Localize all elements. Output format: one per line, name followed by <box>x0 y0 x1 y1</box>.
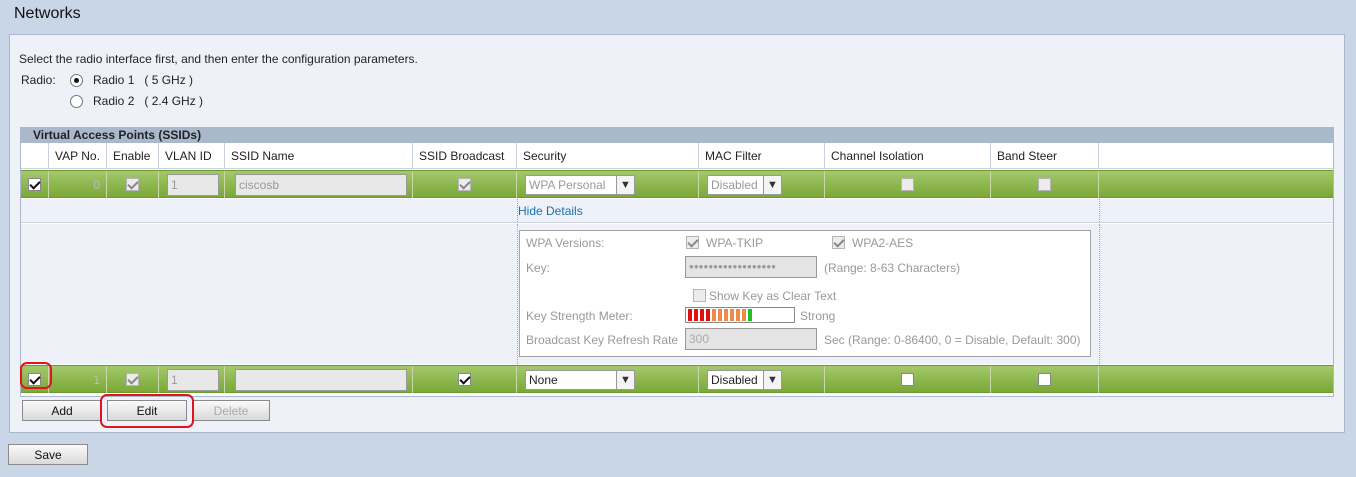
row-0-vap-no: 0 <box>49 171 107 198</box>
wpa-tkip-checkbox[interactable] <box>686 236 699 249</box>
row-0-enable-checkbox[interactable] <box>126 178 139 191</box>
save-button[interactable]: Save <box>8 444 88 465</box>
table-row: 1 1 None ▼ Disabled ▼ <box>21 365 1333 393</box>
chevron-down-icon: ▼ <box>763 175 781 194</box>
row-0-mac-filter-select[interactable]: Disabled ▼ <box>707 174 782 195</box>
row-1-vlan-input[interactable]: 1 <box>167 368 219 391</box>
hide-details-link[interactable]: Hide Details <box>518 204 583 218</box>
wpa2-aes-checkbox[interactable] <box>832 236 845 249</box>
radio-2-button[interactable] <box>70 94 83 108</box>
radio-1-label: Radio 1 ( 5 GHz ) <box>93 73 194 87</box>
details-area: WPA Versions: WPA-TKIP WPA2-AES Key: ●●●… <box>21 224 1333 364</box>
radio-label: Radio: <box>21 73 56 87</box>
row-1-broadcast-checkbox[interactable] <box>458 373 471 386</box>
wpa-settings-box: WPA Versions: WPA-TKIP WPA2-AES Key: ●●●… <box>519 230 1091 357</box>
row-1-ssid-input[interactable] <box>235 368 407 391</box>
add-button[interactable]: Add <box>22 400 102 421</box>
row-0-vlan-input[interactable]: 1 <box>167 173 219 196</box>
page-title: Networks <box>14 5 81 22</box>
chevron-down-icon: ▼ <box>616 370 634 389</box>
refresh-range-text: Sec (Range: 0-86400, 0 = Disable, Defaul… <box>824 333 1081 347</box>
chevron-down-icon: ▼ <box>616 175 634 194</box>
refresh-input[interactable]: 300 <box>685 328 817 350</box>
show-key-label: Show Key as Clear Text <box>709 289 837 303</box>
header-ssid-name: SSID Name <box>225 143 413 169</box>
row-1-enable-checkbox[interactable] <box>126 373 139 386</box>
key-label: Key: <box>526 261 551 275</box>
key-input[interactable]: ●●●●●●●●●●●●●●●●●● <box>685 256 817 278</box>
row-0-select-checkbox[interactable] <box>28 178 41 191</box>
chevron-down-icon: ▼ <box>763 370 781 389</box>
delete-button[interactable]: Delete <box>192 400 270 421</box>
row-1-security-value: None <box>529 372 558 387</box>
vap-table: Virtual Access Points (SSIDs) VAP No. En… <box>20 127 1334 397</box>
row-0-security-value: WPA Personal <box>529 177 606 192</box>
header-vap-no: VAP No. <box>49 143 107 169</box>
wpa-versions-label: WPA Versions: <box>526 236 605 250</box>
table-row: 0 1 ciscosb WPA Personal ▼ Disabled ▼ <box>21 170 1333 198</box>
row-1-mac-filter-value: Disabled <box>711 372 758 387</box>
radio-option-1[interactable]: Radio 1 ( 5 GHz ) <box>70 73 193 87</box>
intro-text: Select the radio interface first, and th… <box>19 52 418 66</box>
refresh-label: Broadcast Key Refresh Rate <box>526 333 679 347</box>
row-1-mac-filter-select[interactable]: Disabled ▼ <box>707 369 782 390</box>
strength-label: Key Strength Meter: <box>526 309 633 323</box>
header-enable: Enable <box>107 143 159 169</box>
networks-panel: Select the radio interface first, and th… <box>9 34 1345 433</box>
key-strength-meter <box>685 307 795 323</box>
row-0-isolation-checkbox[interactable] <box>901 178 914 191</box>
header-channel-isolation: Channel Isolation <box>825 143 991 169</box>
row-0-band-steer-checkbox[interactable] <box>1038 178 1051 191</box>
header-mac-filter: MAC Filter <box>699 143 825 169</box>
row-checkbox-highlight <box>20 362 52 389</box>
row-1-vap-no: 1 <box>49 366 107 393</box>
row-1-band-steer-checkbox[interactable] <box>1038 373 1051 386</box>
wpa2-aes-label: WPA2-AES <box>852 236 914 250</box>
row-0-security-select[interactable]: WPA Personal ▼ <box>525 174 635 195</box>
header-select <box>21 143 49 169</box>
details-link-row: Hide Details <box>21 199 1333 223</box>
table-title: Virtual Access Points (SSIDs) <box>21 128 1333 143</box>
edit-button-highlight <box>100 394 194 428</box>
key-range-text: (Range: 8-63 Characters) <box>824 261 961 275</box>
header-ssid-broadcast: SSID Broadcast <box>413 143 517 169</box>
wpa-tkip-label: WPA-TKIP <box>706 236 764 250</box>
header-vlan-id: VLAN ID <box>159 143 225 169</box>
radio-option-2[interactable]: Radio 2 ( 2.4 GHz ) <box>70 94 203 108</box>
strength-value: Strong <box>800 309 836 323</box>
row-0-broadcast-checkbox[interactable] <box>458 178 471 191</box>
radio-1-button[interactable] <box>70 73 83 87</box>
header-band-steer: Band Steer <box>991 143 1099 169</box>
row-1-isolation-checkbox[interactable] <box>901 373 914 386</box>
radio-2-label: Radio 2 ( 2.4 GHz ) <box>93 94 204 108</box>
row-0-mac-filter-value: Disabled <box>711 177 758 192</box>
show-key-checkbox[interactable] <box>693 289 706 302</box>
row-1-security-select[interactable]: None ▼ <box>525 369 635 390</box>
header-security: Security <box>517 143 699 169</box>
table-header: VAP No. Enable VLAN ID SSID Name SSID Br… <box>21 143 1333 169</box>
row-0-ssid-input[interactable]: ciscosb <box>235 173 407 196</box>
